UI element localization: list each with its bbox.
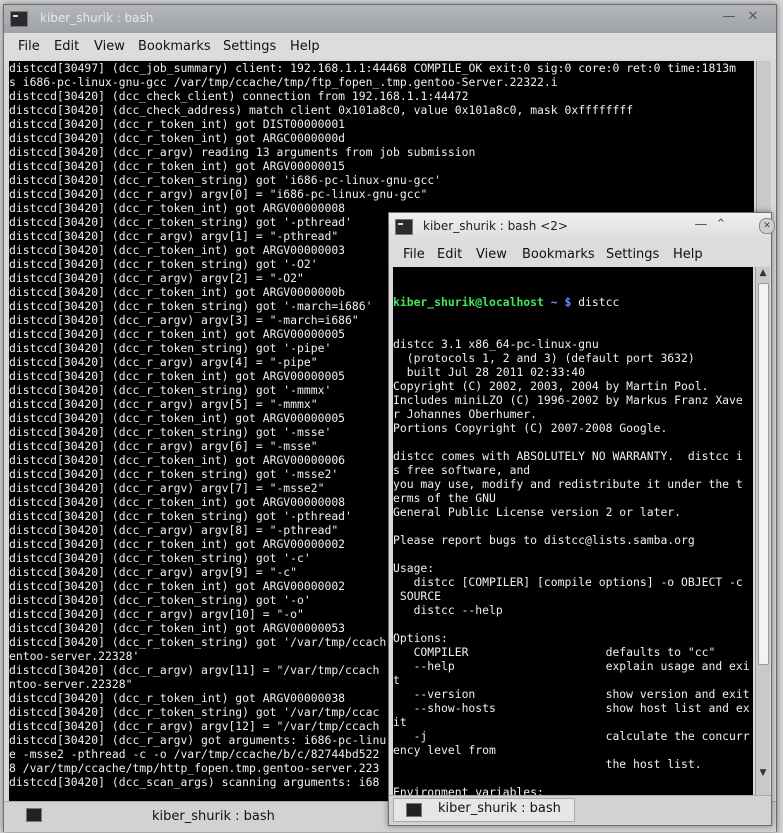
terminal-line: distcc [COMPILER] [compile options] -o O…	[393, 575, 743, 589]
terminal-line: Includes miniLZO (C) 1996-2002 by Markus…	[393, 393, 743, 407]
menu-help[interactable]: Help	[290, 39, 320, 54]
scroll-up-icon[interactable]: ▲	[756, 267, 770, 280]
menu-settings[interactable]: Settings	[606, 247, 659, 262]
prompt-path: ~ $	[550, 295, 572, 309]
menu-edit[interactable]: Edit	[437, 247, 462, 262]
menu-bookmarks[interactable]: Bookmarks	[138, 39, 211, 54]
terminal-line: (protocols 1, 2 and 3) (default port 363…	[393, 351, 695, 365]
terminal-line: distccd[30420] (dcc_r_token_int) got DIS…	[9, 117, 346, 131]
terminal-line: Options:	[393, 631, 448, 645]
terminal-icon	[406, 803, 422, 817]
terminal-line: distccd[30420] (dcc_r_argv) reading 13 a…	[9, 145, 476, 159]
terminal-line: erms of the GNU	[393, 491, 496, 505]
terminal-line: Please report bugs to distcc@lists.samba…	[393, 533, 695, 547]
menu-bar: File Edit View Bookmarks Settings Help	[4, 33, 776, 59]
menu-bookmarks[interactable]: Bookmarks	[522, 247, 595, 262]
terminal-line: distcc 3.1 x86_64-pc-linux-gnu	[393, 337, 599, 351]
terminal-line: it	[393, 715, 407, 729]
menu-view[interactable]: View	[476, 247, 507, 262]
tab-label: kiber_shurik : bash	[438, 801, 561, 816]
menu-edit[interactable]: Edit	[54, 39, 79, 54]
window-title: kiber_shurik : bash <2>	[423, 219, 568, 233]
menu-view[interactable]: View	[94, 39, 125, 54]
terminal-icon	[10, 11, 28, 27]
terminal-line: distccd[30420] (dcc_r_token_int) got ARG…	[9, 159, 346, 173]
terminal-line: you may use, modify and redistribute it …	[393, 477, 743, 491]
terminal-line: s free software, and	[393, 463, 531, 477]
terminal-line: --help explain usage and exi	[393, 659, 750, 673]
terminal-line: Usage:	[393, 561, 435, 575]
terminal-line: distccd[30420] (dcc_check_address) match…	[9, 103, 634, 117]
menu-settings[interactable]: Settings	[223, 39, 276, 54]
terminal-line: distcc --help	[393, 603, 503, 617]
tab-bar: kiber_shurik : bash	[389, 795, 771, 824]
title-bar[interactable]: kiber_shurik : bash <2> — ⌃	[389, 213, 771, 241]
terminal-line: distccd[30420] (dcc_r_token_string) got …	[9, 173, 442, 187]
title-bar[interactable]: kiber_shurik : bash — ✕	[4, 5, 776, 33]
terminal-line: t	[393, 673, 400, 687]
minimize-icon[interactable]: —	[692, 217, 710, 232]
terminal-line: ency level from	[393, 743, 496, 757]
terminal-line: SOURCE	[393, 589, 442, 603]
prompt-line: kiber_shurik@localhost ~ $ distcc	[393, 295, 753, 309]
menu-file[interactable]: File	[18, 39, 40, 54]
terminal-line: the host list.	[393, 757, 702, 771]
terminal-line: --show-hosts show host list and ex	[393, 701, 750, 715]
terminal-line: --version show version and exit	[393, 687, 750, 701]
minimize-icon[interactable]: —	[720, 9, 738, 24]
terminal-icon	[395, 219, 413, 235]
terminal-line: distccd[30497] (dcc_job_summary) client:…	[9, 61, 736, 75]
terminal-line: General Public License version 2 or late…	[393, 505, 682, 519]
terminal-line: Portions Copyright (C) 2007-2008 Google.	[393, 421, 668, 435]
menu-file[interactable]: File	[403, 247, 425, 262]
terminal-line: s i686-pc-linux-gnu-gcc /var/tmp/ccache/…	[9, 75, 558, 89]
terminal-icon	[26, 808, 42, 822]
scrollbar[interactable]: ▲ ▼	[755, 267, 770, 795]
close-icon[interactable]: ✕	[759, 218, 775, 234]
terminal-line: r Johannes Oberhumer.	[393, 407, 538, 421]
scroll-down-icon[interactable]: ▼	[756, 767, 770, 780]
terminal-output[interactable]: kiber_shurik@localhost ~ $ distcc distcc…	[393, 267, 753, 795]
menu-bar: File Edit View Bookmarks Settings Help	[389, 241, 771, 267]
terminal-line: COMPILER defaults to "cc"	[393, 645, 716, 659]
tab-bash[interactable]: kiber_shurik : bash	[393, 798, 575, 822]
prompt-user: kiber_shurik@localhost	[393, 295, 544, 309]
scrollbar-thumb[interactable]	[758, 283, 769, 665]
maximize-icon[interactable]: ⌃	[712, 217, 730, 232]
terminal-line: distcc comes with ABSOLUTELY NO WARRANTY…	[393, 449, 743, 463]
menu-help[interactable]: Help	[673, 247, 703, 262]
terminal-line: distccd[30420] (dcc_check_client) connec…	[9, 89, 469, 103]
tab-bash[interactable]: kiber_shurik : bash	[152, 809, 275, 831]
konsole-window-second[interactable]: kiber_shurik : bash <2> — ⌃ File Edit Vi…	[388, 212, 772, 826]
terminal-line: distccd[30420] (dcc_r_token_int) got ARG…	[9, 131, 346, 145]
terminal-line: built Jul 28 2011 02:33:40	[393, 365, 586, 379]
window-title: kiber_shurik : bash	[40, 11, 154, 25]
terminal-line: Environment variables:	[393, 785, 544, 795]
prompt-command: distcc	[571, 295, 620, 309]
terminal-line: -j calculate the concurr	[393, 729, 750, 743]
terminal-line: Copyright (C) 2002, 2003, 2004 by Martin…	[393, 379, 709, 393]
close-icon[interactable]: ✕	[744, 9, 762, 24]
terminal-line: distccd[30420] (dcc_r_argv) argv[0] = "i…	[9, 187, 428, 201]
